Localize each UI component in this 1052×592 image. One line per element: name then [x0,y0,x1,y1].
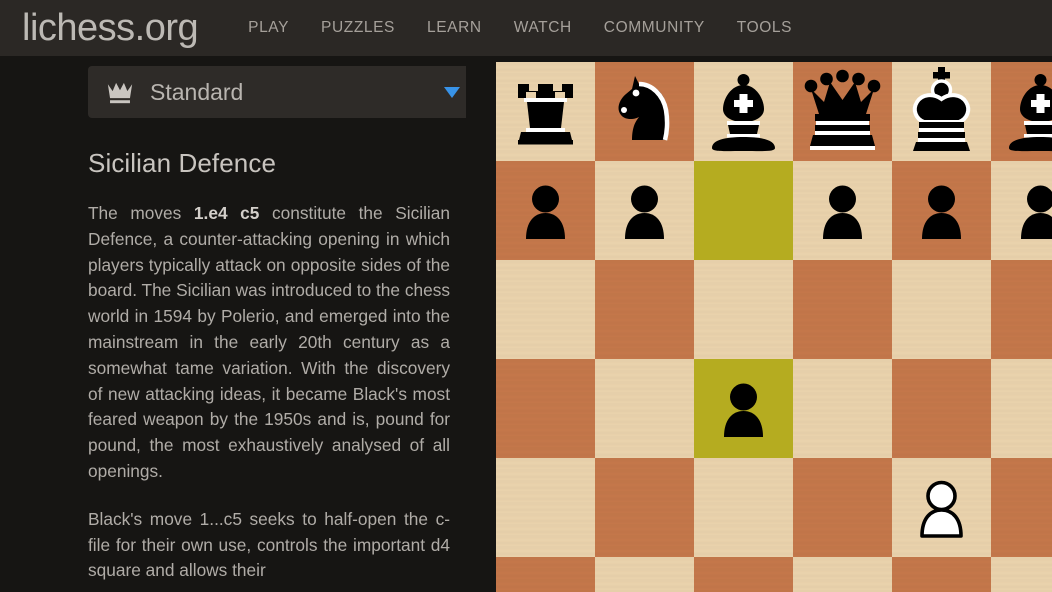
black-queen-icon[interactable] [793,62,892,161]
black-rook-icon[interactable] [496,62,595,161]
board-square-e6[interactable] [892,260,991,359]
opening-paragraph-1: The moves 1.e4 c5 constitute the Sicilia… [88,201,450,485]
board-square-f4[interactable] [991,458,1052,557]
main-nav: PLAY PUZZLES LEARN WATCH COMMUNITY TOOLS [232,19,808,37]
board-square-f3[interactable] [991,557,1052,592]
black-bishop-icon[interactable] [991,62,1052,161]
board-square-a7[interactable] [496,161,595,260]
page-root: lichess.org PLAY PUZZLES LEARN WATCH COMMUNI… [0,0,1052,592]
black-king-icon[interactable] [892,62,991,161]
board-square-f8[interactable] [991,62,1052,161]
nav-item-puzzles[interactable]: PUZZLES [305,19,411,37]
paragraph-1-pre: The moves [88,203,194,223]
nav-item-play[interactable]: PLAY [232,19,305,37]
nav-item-learn[interactable]: LEARN [411,19,498,37]
variant-select-value: Standard [150,78,244,105]
board-square-e5[interactable] [892,359,991,458]
board-square-c4[interactable] [694,458,793,557]
board-square-e8[interactable] [892,62,991,161]
board-square-a3[interactable] [496,557,595,592]
chevron-down-icon[interactable] [443,85,461,99]
opening-description-panel: Sicilian Defence The moves 1.e4 c5 const… [0,134,496,592]
white-pawn-icon[interactable] [892,458,991,557]
board-square-a8[interactable] [496,62,595,161]
board-square-a4[interactable] [496,458,595,557]
opening-moves-bold: 1.e4 c5 [193,203,260,223]
board-square-b7[interactable] [595,161,694,260]
black-pawn-icon[interactable] [496,161,595,260]
opening-paragraph-2: Black's move 1...c5 seeks to half-open t… [88,508,450,581]
board-square-c5[interactable] [694,359,793,458]
board-square-f6[interactable] [991,260,1052,359]
board-square-c3[interactable] [694,557,793,592]
nav-item-watch[interactable]: WATCH [498,19,588,37]
board-square-d4[interactable] [793,458,892,557]
board-square-b8[interactable] [595,62,694,161]
black-knight-icon[interactable] [595,62,694,161]
board-square-e3[interactable] [892,557,991,592]
board-square-f7[interactable] [991,161,1052,260]
variant-select-dropdown[interactable]: Standard [88,66,477,118]
board-square-d3[interactable] [793,557,892,592]
nav-item-community[interactable]: COMMUNITY [588,19,721,37]
sidebar: Standard Sicilian Defence The moves 1.e4… [0,56,496,592]
board-square-e7[interactable] [892,161,991,260]
black-pawn-icon[interactable] [793,161,892,260]
board-square-a6[interactable] [496,260,595,359]
black-pawn-icon[interactable] [694,359,793,458]
nav-item-tools[interactable]: TOOLS [721,19,808,37]
board-square-a5[interactable] [496,359,595,458]
board-square-d7[interactable] [793,161,892,260]
board-square-d8[interactable] [793,62,892,161]
board-square-b5[interactable] [595,359,694,458]
site-logo[interactable]: lichess.org [22,9,199,47]
board-square-f5[interactable] [991,359,1052,458]
black-bishop-icon[interactable] [694,62,793,161]
board-square-b4[interactable] [595,458,694,557]
black-pawn-icon[interactable] [892,161,991,260]
sidebar-scrollbar-track[interactable] [466,56,941,592]
board-square-b3[interactable] [595,557,694,592]
black-pawn-icon[interactable] [595,161,694,260]
black-pawn-icon[interactable] [991,161,1052,260]
crown-icon [107,82,133,104]
board-square-c7[interactable] [694,161,793,260]
board-square-d6[interactable] [793,260,892,359]
opening-title: Sicilian Defence [88,148,277,178]
chess-board[interactable] [496,62,1052,592]
board-square-c6[interactable] [694,260,793,359]
site-header: lichess.org PLAY PUZZLES LEARN WATCH COMMUNI… [0,0,1052,56]
board-square-b6[interactable] [595,260,694,359]
paragraph-1-post: constitute the Sicilian Defence, a count… [88,203,450,481]
board-square-c8[interactable] [694,62,793,161]
board-square-e4[interactable] [892,458,991,557]
board-square-d5[interactable] [793,359,892,458]
